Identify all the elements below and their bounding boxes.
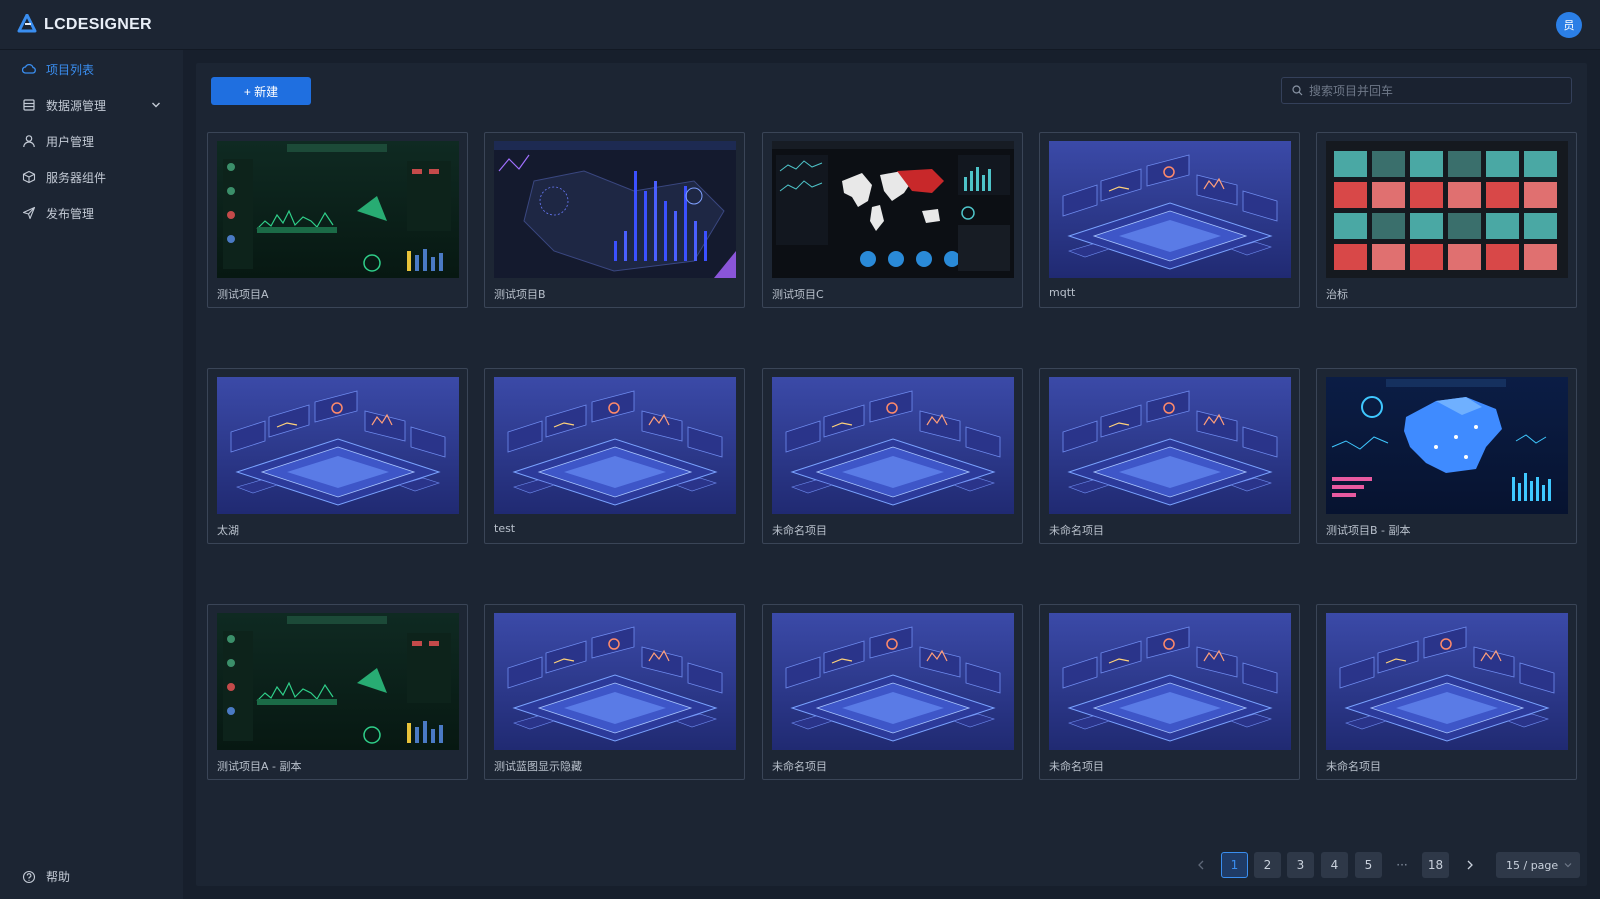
page-button-3[interactable]: 3 bbox=[1287, 852, 1314, 878]
logo-text: LCDESIGNER bbox=[44, 16, 152, 33]
project-thumbnail[interactable] bbox=[217, 141, 459, 278]
project-title: mqtt bbox=[1049, 286, 1076, 299]
project-title: 未命名项目 bbox=[1049, 760, 1104, 773]
chevron-down-icon bbox=[152, 102, 160, 108]
project-thumbnail[interactable] bbox=[1049, 613, 1291, 750]
chevron-right-icon bbox=[1467, 860, 1473, 870]
project-card[interactable]: mqtt bbox=[1039, 132, 1300, 308]
cube-icon bbox=[22, 170, 36, 184]
project-title: 测试项目B - 副本 bbox=[1326, 524, 1411, 537]
cloud-icon bbox=[22, 63, 36, 74]
project-thumbnail[interactable] bbox=[772, 377, 1014, 514]
project-thumbnail[interactable] bbox=[217, 613, 459, 750]
project-title: 测试项目C bbox=[772, 288, 824, 301]
sidebar-item-label: 服务器组件 bbox=[46, 170, 107, 185]
project-thumbnail[interactable] bbox=[494, 377, 736, 514]
sidebar-item-label: 用户管理 bbox=[46, 134, 95, 149]
sidebar-item-label: 数据源管理 bbox=[46, 98, 107, 113]
send-icon bbox=[22, 206, 36, 220]
project-card[interactable]: 治标 bbox=[1316, 132, 1577, 308]
project-card[interactable]: 未命名项目 bbox=[1316, 604, 1577, 780]
user-icon bbox=[23, 135, 35, 148]
project-thumbnail[interactable] bbox=[772, 613, 1014, 750]
project-title: 太湖 bbox=[217, 524, 239, 537]
project-card[interactable]: test bbox=[484, 368, 745, 544]
project-card[interactable]: 测试项目A bbox=[207, 132, 468, 308]
project-thumbnail[interactable] bbox=[1326, 141, 1568, 278]
sidebar-item-datasource[interactable]: 数据源管理 bbox=[0, 87, 183, 123]
search-box[interactable] bbox=[1281, 77, 1572, 104]
user-avatar[interactable]: 员 bbox=[1556, 12, 1582, 38]
sidebar-item-publish[interactable]: 发布管理 bbox=[0, 195, 183, 231]
project-card[interactable]: 测试蓝图显示隐藏 bbox=[484, 604, 745, 780]
project-title: test bbox=[494, 522, 516, 535]
page-button-1[interactable]: 1 bbox=[1221, 852, 1248, 878]
project-thumbnail[interactable] bbox=[1049, 141, 1291, 278]
project-title: 测试蓝图显示隐藏 bbox=[494, 760, 582, 773]
top-bar: LCDESIGNER 员 bbox=[0, 0, 1600, 50]
project-card[interactable]: 未命名项目 bbox=[1039, 604, 1300, 780]
project-thumbnail[interactable] bbox=[1326, 377, 1568, 514]
chevron-left-icon bbox=[1198, 860, 1204, 870]
sidebar-item-label: 发布管理 bbox=[46, 206, 95, 221]
sidebar-item-projects[interactable]: 项目列表 bbox=[0, 51, 183, 87]
project-title: 测试项目B bbox=[494, 288, 546, 301]
project-title: 测试项目A - 副本 bbox=[217, 760, 302, 773]
help-label: 帮助 bbox=[46, 870, 71, 884]
project-card[interactable]: 未命名项目 bbox=[762, 604, 1023, 780]
page-size-select[interactable]: 15 / page bbox=[1496, 852, 1580, 878]
chevron-down-icon bbox=[1564, 863, 1572, 868]
page-button-4[interactable]: 4 bbox=[1321, 852, 1348, 878]
page-button-5[interactable]: 5 bbox=[1355, 852, 1382, 878]
project-card[interactable]: 测试项目C bbox=[762, 132, 1023, 308]
project-card[interactable]: 测试项目B - 副本 bbox=[1316, 368, 1577, 544]
project-title: 未命名项目 bbox=[1049, 524, 1104, 537]
sidebar-item-server-components[interactable]: 服务器组件 bbox=[0, 159, 183, 195]
page-button-last[interactable]: 18 bbox=[1422, 852, 1449, 878]
project-title: 未命名项目 bbox=[772, 524, 827, 537]
question-circle-icon bbox=[22, 870, 36, 883]
project-card[interactable]: 太湖 bbox=[207, 368, 468, 544]
page-button-2[interactable]: 2 bbox=[1254, 852, 1281, 878]
project-title: 未命名项目 bbox=[772, 760, 827, 773]
new-project-button[interactable]: + 新建 bbox=[211, 77, 311, 105]
page-size-value: 15 / page bbox=[1506, 858, 1559, 872]
search-input[interactable] bbox=[1309, 83, 1549, 98]
project-card[interactable]: 未命名项目 bbox=[762, 368, 1023, 544]
project-thumbnail[interactable] bbox=[772, 141, 1014, 278]
project-thumbnail[interactable] bbox=[217, 377, 459, 514]
project-thumbnail[interactable] bbox=[494, 141, 736, 278]
prev-page-button[interactable] bbox=[1191, 852, 1211, 878]
page-ellipsis[interactable]: ··· bbox=[1391, 852, 1413, 878]
project-title: 未命名项目 bbox=[1326, 760, 1381, 773]
sidebar-item-label: 项目列表 bbox=[46, 62, 95, 77]
app-logo[interactable]: LCDESIGNER bbox=[16, 13, 152, 37]
project-thumbnail[interactable] bbox=[1326, 613, 1568, 750]
logo-icon bbox=[17, 14, 37, 33]
help-link[interactable]: 帮助 bbox=[22, 868, 70, 885]
sidebar-item-users[interactable]: 用户管理 bbox=[0, 123, 183, 159]
project-card[interactable]: 测试项目A - 副本 bbox=[207, 604, 468, 780]
project-card[interactable]: 未命名项目 bbox=[1039, 368, 1300, 544]
next-page-button[interactable] bbox=[1460, 852, 1480, 878]
database-icon bbox=[23, 99, 35, 111]
project-thumbnail[interactable] bbox=[494, 613, 736, 750]
project-card[interactable]: 测试项目B bbox=[484, 132, 745, 308]
project-title: 测试项目A bbox=[217, 288, 269, 301]
project-title: 治标 bbox=[1326, 288, 1348, 301]
search-icon bbox=[1292, 85, 1303, 96]
project-thumbnail[interactable] bbox=[1049, 377, 1291, 514]
